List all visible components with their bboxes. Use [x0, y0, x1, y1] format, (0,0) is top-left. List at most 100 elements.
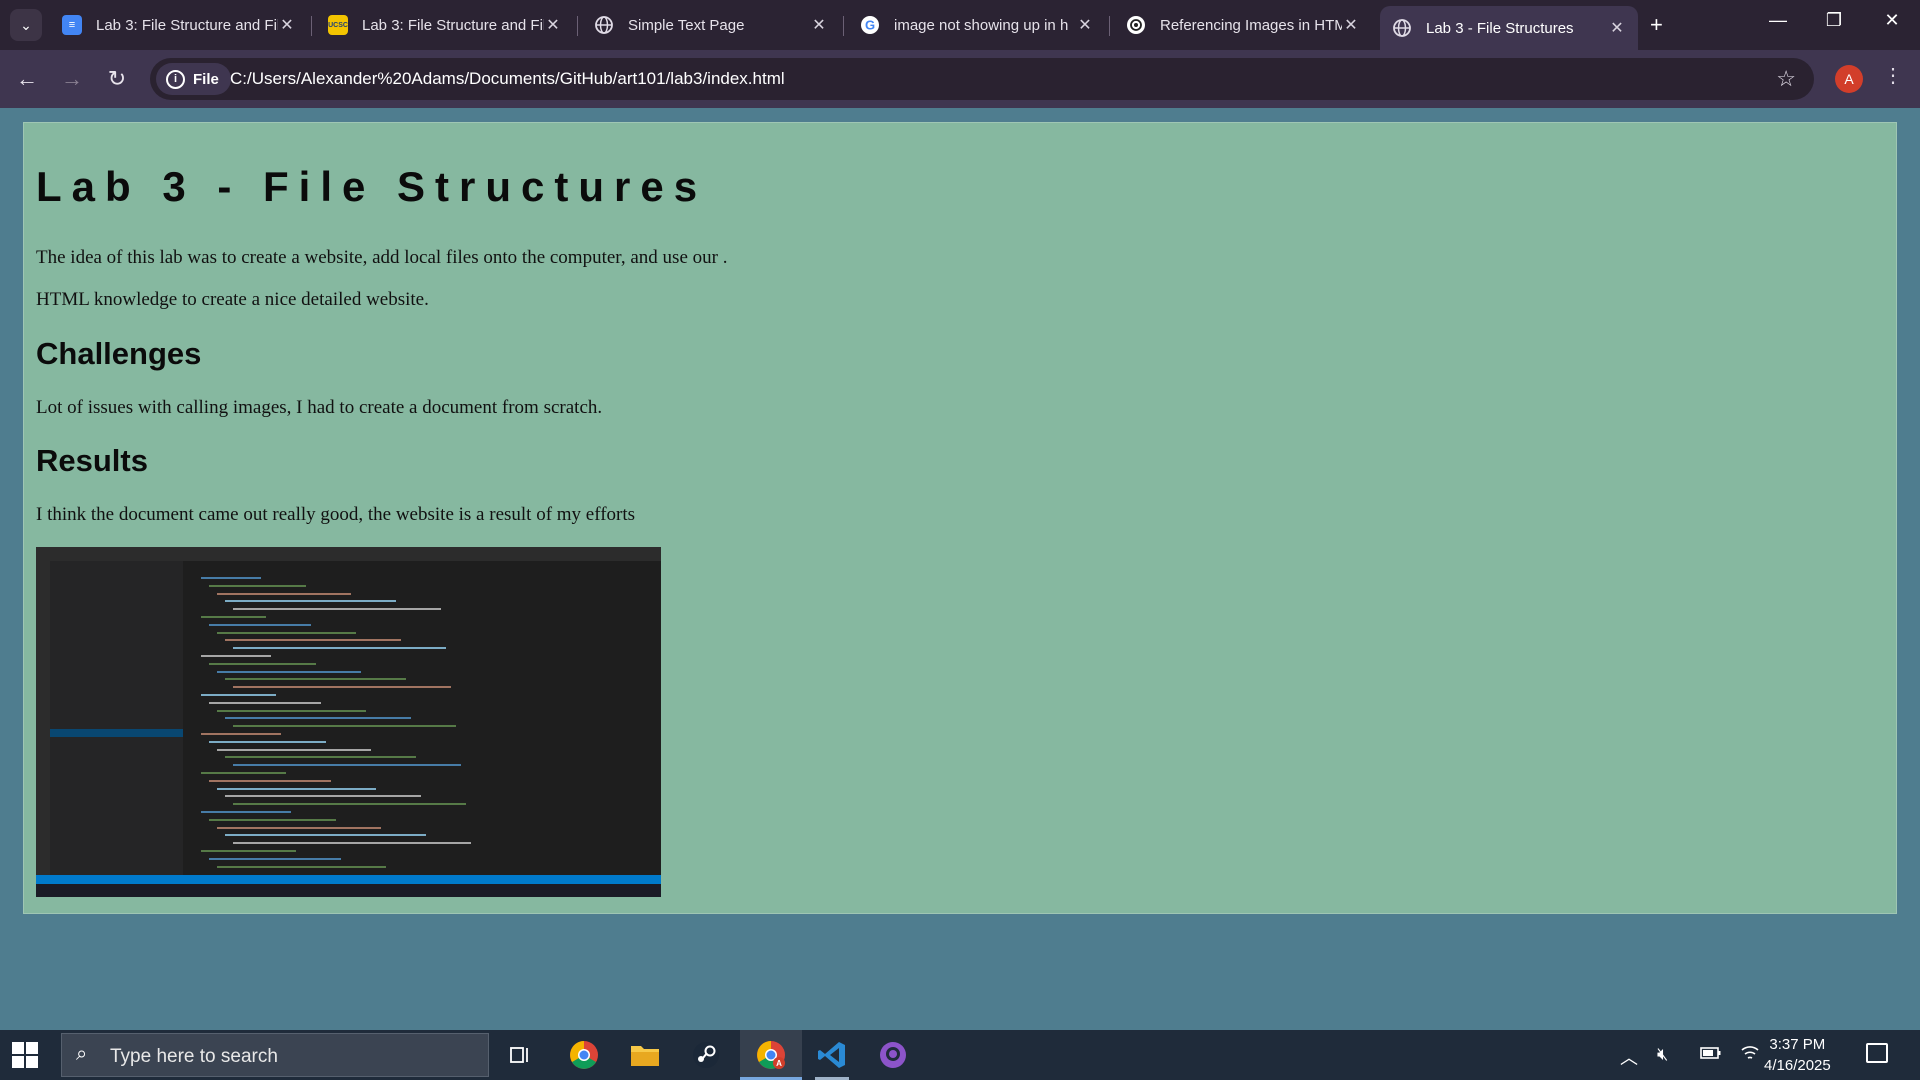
- code-line: [201, 655, 271, 657]
- github-desktop-icon[interactable]: [876, 1038, 910, 1072]
- close-icon[interactable]: ✕: [1076, 15, 1094, 35]
- search-placeholder: Type here to search: [110, 1046, 278, 1067]
- close-window-icon[interactable]: ✕: [1872, 10, 1912, 31]
- code-line: [209, 623, 311, 626]
- code-line: [201, 772, 286, 774]
- code-line: [217, 826, 381, 829]
- code-line: [201, 850, 296, 852]
- code-line: [225, 834, 426, 837]
- clock-date: 4/16/2025: [1764, 1057, 1831, 1074]
- close-icon[interactable]: ✕: [278, 15, 296, 35]
- chrome-icon[interactable]: [567, 1038, 601, 1072]
- code-line: [217, 748, 371, 751]
- search-icon: ⌕: [76, 1043, 88, 1065]
- tab-4[interactable]: G image not showing up in h ✕: [848, 6, 1106, 44]
- code-line: [209, 662, 316, 665]
- tab-5[interactable]: Referencing Images in HTM ✕: [1114, 6, 1372, 44]
- code-line: [225, 756, 416, 759]
- code-line: [233, 686, 451, 689]
- reload-icon[interactable]: ↻: [102, 64, 132, 94]
- battery-icon[interactable]: [1700, 1044, 1722, 1065]
- site-info-chip[interactable]: i File: [156, 63, 231, 95]
- tab-search-button[interactable]: ⌄: [10, 9, 42, 41]
- content-card: Lab 3 - File Structures The idea of this…: [23, 122, 1897, 914]
- code-line: [209, 701, 321, 704]
- close-icon[interactable]: ✕: [544, 15, 562, 35]
- globe-icon: [1392, 18, 1412, 38]
- close-icon[interactable]: ✕: [1608, 18, 1626, 38]
- taskbar-search-box[interactable]: ⌕ Type here to search: [61, 1033, 489, 1077]
- tab-2[interactable]: UCSC Lab 3: File Structure and Fil ✕: [316, 6, 574, 44]
- globe-icon: [594, 15, 614, 35]
- tab-title: Lab 3: File Structure and Fil: [96, 16, 278, 34]
- back-arrow-icon[interactable]: ←: [12, 64, 42, 94]
- steam-icon[interactable]: [689, 1038, 723, 1072]
- vscode-screenshot-image: [36, 547, 661, 897]
- code-line: [233, 803, 466, 806]
- code-line: [217, 592, 351, 595]
- code-line: [225, 639, 401, 642]
- address-bar[interactable]: i File C:/Users/Alexander%20Adams/Docume…: [150, 58, 1814, 100]
- code-line: [217, 787, 376, 790]
- code-line: [209, 857, 341, 860]
- svg-text:G: G: [865, 18, 875, 33]
- vscode-icon[interactable]: [815, 1038, 849, 1072]
- code-line: [217, 670, 361, 673]
- code-line: [225, 678, 406, 681]
- intro-paragraph-1: The idea of this lab was to create a web…: [36, 247, 728, 268]
- chrome-profile-icon[interactable]: A: [754, 1038, 788, 1072]
- wifi-icon[interactable]: [1740, 1044, 1760, 1067]
- system-clock[interactable]: 3:37 PM 4/16/2025: [1764, 1034, 1831, 1076]
- close-icon[interactable]: ✕: [810, 15, 828, 35]
- forward-arrow-icon[interactable]: →: [57, 64, 87, 94]
- minimize-icon[interactable]: —: [1758, 10, 1798, 31]
- results-paragraph: I think the document came out really goo…: [36, 504, 636, 525]
- new-tab-plus-icon[interactable]: +: [1650, 12, 1663, 38]
- restore-icon[interactable]: ❐: [1814, 10, 1854, 31]
- code-line: [217, 631, 356, 634]
- page-title: Lab 3 - File Structures: [36, 163, 708, 210]
- results-heading: Results: [36, 443, 148, 478]
- url-text[interactable]: C:/Users/Alexander%20Adams/Documents/Git…: [230, 69, 785, 89]
- code-line: [225, 795, 421, 798]
- code-line: [233, 725, 456, 728]
- tab-divider: [843, 16, 844, 36]
- code-line: [233, 764, 461, 767]
- profile-avatar[interactable]: A: [1835, 65, 1863, 93]
- code-line: [217, 865, 386, 868]
- code-line: [225, 600, 396, 603]
- bookmark-star-icon[interactable]: ☆: [1776, 66, 1796, 92]
- code-line: [233, 608, 441, 611]
- code-line: [201, 811, 291, 813]
- tab-title: Lab 3: File Structure and Fil: [362, 16, 544, 34]
- chevron-down-icon: ⌄: [20, 16, 32, 33]
- file-explorer-icon[interactable]: [628, 1038, 662, 1072]
- speaker-muted-icon[interactable]: 🔇︎: [1657, 1044, 1668, 1065]
- code-line: [201, 577, 261, 579]
- web-page: Lab 3 - File Structures The idea of this…: [0, 108, 1920, 1030]
- tab-title: Simple Text Page: [628, 16, 745, 34]
- notification-icon[interactable]: [1866, 1043, 1888, 1063]
- code-line: [217, 709, 366, 712]
- challenges-heading: Challenges: [36, 336, 202, 371]
- tab-3[interactable]: Simple Text Page ✕: [582, 6, 840, 44]
- kebab-menu-icon[interactable]: ⋮: [1883, 63, 1903, 88]
- close-icon[interactable]: ✕: [1342, 15, 1360, 35]
- clock-time: 3:37 PM: [1769, 1036, 1826, 1053]
- google-icon: G: [860, 15, 880, 35]
- code-line: [233, 842, 471, 845]
- tab-title: Lab 3 - File Structures: [1426, 19, 1574, 37]
- browser-toolbar: ← → ↻ i File C:/Users/Alexander%20Adams/…: [0, 50, 1920, 108]
- chevron-up-icon[interactable]: ︿: [1620, 1044, 1638, 1070]
- challenges-paragraph: Lot of issues with calling images, I had…: [36, 397, 603, 418]
- intro-paragraph-2: HTML knowledge to create a nice detailed…: [36, 289, 429, 310]
- tab-divider: [577, 16, 578, 36]
- windows-start-icon[interactable]: [12, 1042, 38, 1068]
- tab-title: Referencing Images in HTM: [1160, 16, 1342, 34]
- tab-1[interactable]: ≡ Lab 3: File Structure and Fil ✕: [50, 6, 308, 44]
- tab-6-active[interactable]: Lab 3 - File Structures ✕: [1380, 6, 1638, 50]
- code-line: [225, 717, 411, 720]
- task-view-icon[interactable]: [503, 1038, 537, 1072]
- code-line: [209, 740, 326, 743]
- tab-divider: [1109, 16, 1110, 36]
